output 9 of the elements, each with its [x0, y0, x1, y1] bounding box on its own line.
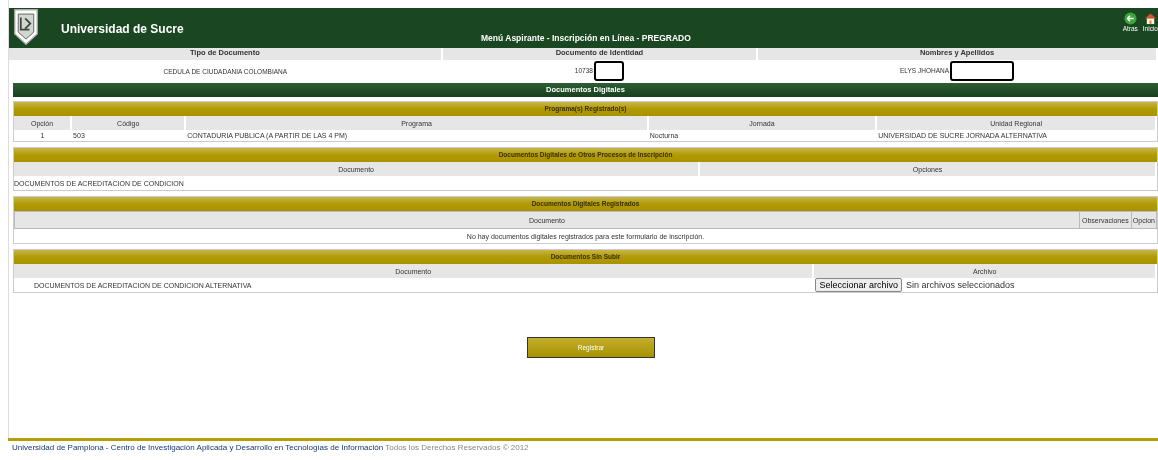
file-status: Sin archivos seleccionados — [905, 280, 1015, 290]
shield-logo-icon — [13, 8, 39, 46]
house-icon — [1143, 12, 1157, 25]
copyright-text: Todos los Derechos Reservados © 2012 — [385, 443, 529, 452]
site-title: Universidad de Sucre — [61, 22, 184, 36]
back-arrow-icon — [1123, 12, 1137, 25]
file-select-button[interactable]: Seleccionar archivo — [815, 278, 902, 292]
page-title: Menú Aspirante - Inscripción en Línea - PREGRADO — [481, 33, 691, 43]
footer-link[interactable]: Universidad de Pamplona - Centro de Investigación Aplicada y Desarrollo en Tecnologías de Información — [12, 443, 384, 452]
